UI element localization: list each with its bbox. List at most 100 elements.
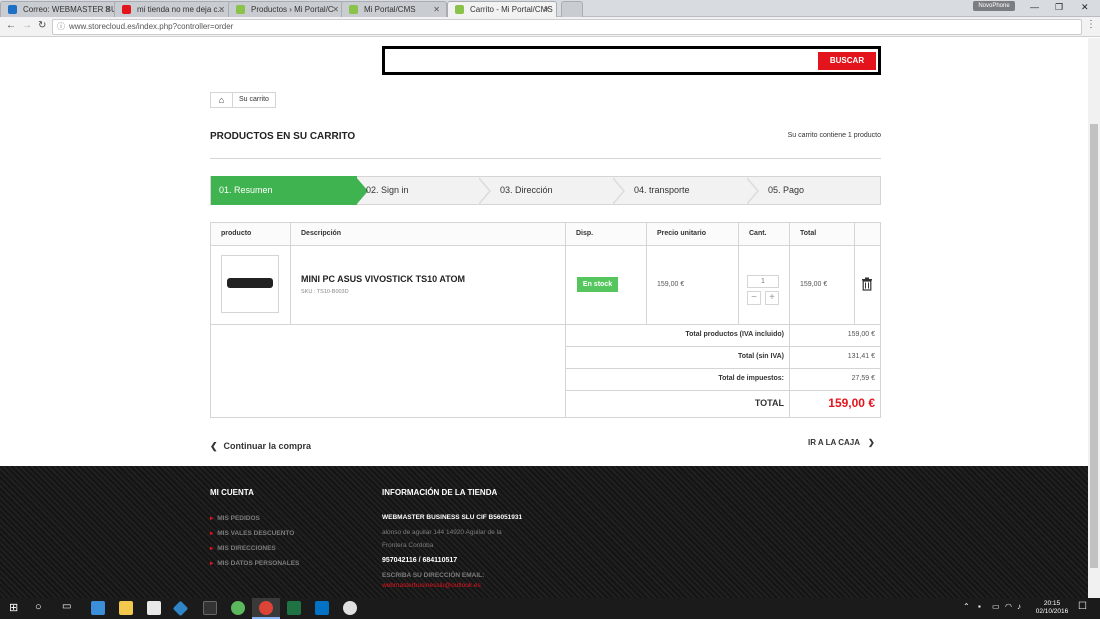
browser-tab[interactable]: Mi Portal/CMS ✕ [341, 1, 447, 17]
step-direccion[interactable]: 03. Dirección [500, 177, 553, 204]
divider [210, 158, 881, 159]
step-sign-in[interactable]: 02. Sign in [366, 177, 409, 204]
divider [565, 368, 880, 369]
tray-app-icon[interactable]: ▪ [978, 602, 981, 611]
page-content: BUSCAR ⌂ Su carrito PRODUCTOS EN SU CARR… [0, 38, 1088, 598]
app-icon[interactable] [172, 600, 189, 617]
summary-value: 131,41 € [847, 353, 875, 360]
app-icon[interactable] [231, 601, 245, 615]
search-icon[interactable]: ○ [35, 601, 42, 613]
maximize-icon[interactable]: ❐ [1055, 2, 1063, 13]
quantity-plus-button[interactable]: + [765, 291, 779, 305]
task-view-icon[interactable]: ▭ [62, 601, 71, 612]
close-tab-icon[interactable]: ✕ [218, 2, 225, 17]
cms-favicon-icon [236, 5, 245, 14]
product-name[interactable]: MINI PC ASUS VIVOSTICK TS10 ATOM [301, 274, 465, 284]
scrollbar-thumb[interactable] [1090, 124, 1098, 568]
page-info-icon[interactable]: ⓘ [57, 20, 65, 34]
browser-tab-bar: Correo: WEBMASTER BU ✕ mi tienda no me d… [0, 0, 1100, 17]
cms-favicon-icon [455, 5, 464, 14]
step-pago[interactable]: 05. Pago [768, 177, 804, 204]
close-tab-icon[interactable]: ✕ [104, 2, 111, 17]
col-producto: producto [221, 230, 252, 237]
quantity-minus-button[interactable]: − [747, 291, 761, 305]
browser-tab-active[interactable]: Carrito - Mi Portal/CMS ✕ [447, 1, 557, 17]
close-tab-icon[interactable]: ✕ [543, 2, 550, 17]
footer-email-label: ESCRIBA SU DIRECCIÓN EMAIL: [382, 572, 485, 579]
windows-start-icon[interactable]: ⊞ [9, 601, 18, 614]
close-tab-icon[interactable]: ✕ [433, 2, 440, 17]
divider [211, 245, 880, 246]
footer-address: alonso de aguilar 144 14920 Aguilar de l… [382, 529, 502, 536]
new-tab-button[interactable] [561, 1, 583, 17]
search-input[interactable] [387, 51, 817, 71]
photos-app-icon[interactable] [91, 601, 105, 615]
outlook-icon[interactable] [315, 601, 329, 615]
browser-tab[interactable]: Productos › Mi Portal/C ✕ [228, 1, 346, 17]
home-icon[interactable]: ⌂ [211, 93, 233, 107]
app-icon[interactable] [203, 601, 217, 615]
forward-icon[interactable]: → [22, 20, 32, 31]
summary-label: Total (sin IVA) [737, 353, 784, 360]
volume-icon[interactable]: ♪ [1017, 602, 1021, 611]
footer-link[interactable]: ▸ MIS PEDIDOS [210, 514, 260, 522]
wifi-icon[interactable]: ◠ [1005, 602, 1012, 611]
col-cant: Cant. [749, 230, 767, 237]
profile-chip[interactable]: NovoPhone [973, 1, 1015, 11]
site-favicon-icon [122, 5, 131, 14]
step-arrow [477, 177, 489, 205]
summary-label: Total productos (IVA incluido) [685, 331, 784, 338]
footer: MI CUENTA ▸ MIS PEDIDOS ▸ MIS VALES DESCUE… [0, 466, 1088, 598]
continue-shopping-link[interactable]: ❮ Continuar la compra [210, 441, 311, 452]
divider [565, 346, 880, 347]
notifications-icon[interactable]: ☐ [1078, 601, 1087, 612]
footer-link[interactable]: ▸ MIS DIRECCIONES [210, 544, 276, 552]
minimize-icon[interactable]: — [1030, 2, 1039, 12]
browser-tab[interactable]: mi tienda no me deja c... ✕ [114, 1, 232, 17]
excel-icon[interactable] [287, 601, 301, 615]
summary-value: 159,00 € [847, 331, 875, 338]
tray-chevron-icon[interactable]: ⌃ [963, 602, 970, 611]
page-title: PRODUCTOS EN SU CARRITO [210, 131, 356, 142]
divider [290, 223, 291, 324]
grand-total-label: TOTAL [754, 398, 784, 408]
network-icon[interactable]: ▭ [992, 602, 1000, 611]
store-icon[interactable] [147, 601, 161, 615]
close-window-icon[interactable]: ✕ [1081, 2, 1089, 13]
footer-account-title: MI CUENTA [210, 488, 254, 497]
quantity-input[interactable] [747, 275, 779, 288]
footer-email[interactable]: webmasterbusinesslu@outlook.es [382, 582, 481, 589]
close-tab-icon[interactable]: ✕ [332, 2, 339, 17]
clock-date: 02/10/2016 [1035, 608, 1069, 615]
footer-link[interactable]: ▸ MIS VALES DESCUENTO [210, 529, 294, 537]
divider [565, 223, 566, 417]
reload-icon[interactable]: ↻ [38, 20, 46, 31]
step-resumen[interactable]: 01. Resumen [219, 177, 273, 204]
url-field[interactable]: ⓘ www.storecloud.es/index.php?controller… [52, 19, 1082, 35]
step-arrow [745, 177, 757, 205]
footer-company: WEBMASTER BUSINESS SLU CIF B56051931 [382, 514, 523, 521]
file-explorer-icon[interactable] [119, 601, 133, 615]
clock[interactable]: 20:15 02/10/2016 [1030, 600, 1074, 616]
search-button[interactable]: BUSCAR [818, 52, 876, 70]
app-icon[interactable] [343, 601, 357, 615]
clock-time: 20:15 [1043, 600, 1061, 607]
step-arrow [611, 177, 623, 205]
chrome-icon [259, 601, 273, 615]
back-icon[interactable]: ← [6, 20, 16, 31]
footer-link[interactable]: ▸ MIS DATOS PERSONALES [210, 559, 299, 567]
product-image[interactable] [221, 255, 279, 313]
menu-icon[interactable]: ⋮ [1086, 19, 1096, 30]
chrome-taskbar-active[interactable] [252, 598, 280, 619]
caret-right-icon: ▸ [210, 545, 214, 552]
checkout-link[interactable]: IR A LA CAJA ❯ [808, 438, 875, 447]
step-transporte[interactable]: 04. transporte [634, 177, 690, 204]
divider [738, 223, 739, 324]
chevron-right-icon: ❯ [868, 438, 875, 447]
trash-icon[interactable] [861, 277, 873, 291]
browser-tab[interactable]: Correo: WEBMASTER BU ✕ [0, 1, 118, 17]
chevron-left-icon: ❮ [210, 441, 218, 451]
breadcrumb: ⌂ Su carrito [210, 92, 276, 108]
caret-right-icon: ▸ [210, 515, 214, 522]
caret-right-icon: ▸ [210, 530, 214, 537]
